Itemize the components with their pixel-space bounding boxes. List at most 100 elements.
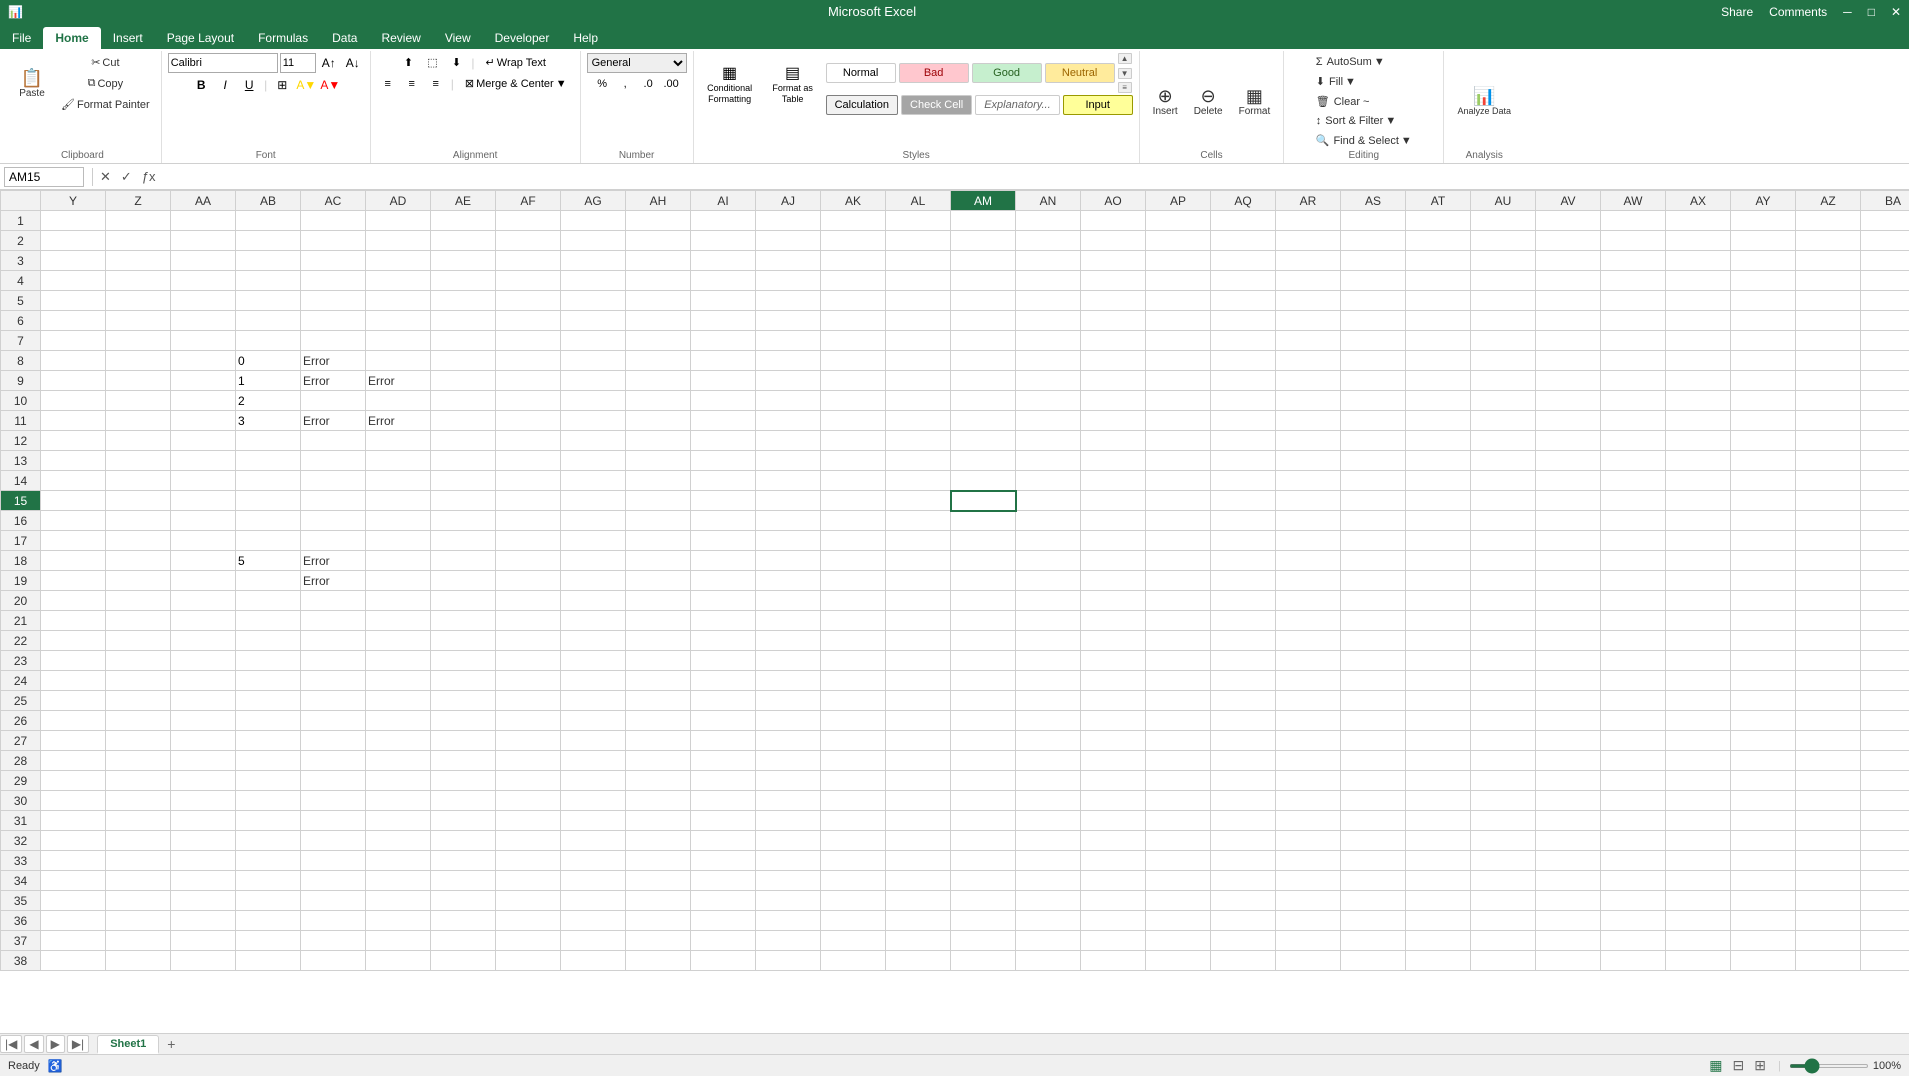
col-ag[interactable]: AG: [561, 191, 626, 211]
cell-ax37[interactable]: [1666, 931, 1731, 951]
cell-ar5[interactable]: [1276, 291, 1341, 311]
cell-ad6[interactable]: [366, 311, 431, 331]
cell-ae10[interactable]: [431, 391, 496, 411]
cell-ag4[interactable]: [561, 271, 626, 291]
cell-aj37[interactable]: [756, 931, 821, 951]
cell-ba27[interactable]: [1861, 731, 1909, 751]
cell-ah15[interactable]: [626, 491, 691, 511]
cell-ak36[interactable]: [821, 911, 886, 931]
cell-ao35[interactable]: [1081, 891, 1146, 911]
cell-al24[interactable]: [886, 671, 951, 691]
cell-aa16[interactable]: [171, 511, 236, 531]
cell-z33[interactable]: [106, 851, 171, 871]
comments-button[interactable]: Comments: [1769, 5, 1827, 19]
cell-ay9[interactable]: [1731, 371, 1796, 391]
cell-ah19[interactable]: [626, 571, 691, 591]
cell-aa17[interactable]: [171, 531, 236, 551]
cell-ag26[interactable]: [561, 711, 626, 731]
cell-y1[interactable]: [41, 211, 106, 231]
cell-at33[interactable]: [1406, 851, 1471, 871]
row-num-8[interactable]: 8: [1, 351, 41, 371]
cell-at6[interactable]: [1406, 311, 1471, 331]
cell-as18[interactable]: [1341, 551, 1406, 571]
cell-ag11[interactable]: [561, 411, 626, 431]
col-af[interactable]: AF: [496, 191, 561, 211]
insert-button[interactable]: ⊕ Insert: [1146, 72, 1185, 132]
col-y[interactable]: Y: [41, 191, 106, 211]
decrease-font-button[interactable]: A↓: [342, 53, 364, 73]
cell-aq13[interactable]: [1211, 451, 1276, 471]
cell-ag2[interactable]: [561, 231, 626, 251]
cell-ah26[interactable]: [626, 711, 691, 731]
cell-ab11[interactable]: 3: [236, 411, 301, 431]
cell-an22[interactable]: [1016, 631, 1081, 651]
cell-as13[interactable]: [1341, 451, 1406, 471]
cell-y23[interactable]: [41, 651, 106, 671]
cell-ad8[interactable]: [366, 351, 431, 371]
cell-ax28[interactable]: [1666, 751, 1731, 771]
cell-am11[interactable]: [951, 411, 1016, 431]
cell-ak24[interactable]: [821, 671, 886, 691]
cell-ab7[interactable]: [236, 331, 301, 351]
cell-al5[interactable]: [886, 291, 951, 311]
cell-ba12[interactable]: [1861, 431, 1909, 451]
cell-y10[interactable]: [41, 391, 106, 411]
cell-ag20[interactable]: [561, 591, 626, 611]
cell-ac11[interactable]: Error: [301, 411, 366, 431]
cell-ae13[interactable]: [431, 451, 496, 471]
cell-az1[interactable]: [1796, 211, 1861, 231]
cell-y14[interactable]: [41, 471, 106, 491]
cell-z30[interactable]: [106, 791, 171, 811]
cell-at22[interactable]: [1406, 631, 1471, 651]
cell-ar24[interactable]: [1276, 671, 1341, 691]
row-num-15[interactable]: 15: [1, 491, 41, 511]
cell-ak28[interactable]: [821, 751, 886, 771]
cell-ah34[interactable]: [626, 871, 691, 891]
cell-al37[interactable]: [886, 931, 951, 951]
cell-ag34[interactable]: [561, 871, 626, 891]
cell-az19[interactable]: [1796, 571, 1861, 591]
cell-aa24[interactable]: [171, 671, 236, 691]
cell-at8[interactable]: [1406, 351, 1471, 371]
cell-au6[interactable]: [1471, 311, 1536, 331]
cell-aq35[interactable]: [1211, 891, 1276, 911]
cell-al11[interactable]: [886, 411, 951, 431]
cell-ak12[interactable]: [821, 431, 886, 451]
cell-ba24[interactable]: [1861, 671, 1909, 691]
cell-y4[interactable]: [41, 271, 106, 291]
cell-z10[interactable]: [106, 391, 171, 411]
cell-au12[interactable]: [1471, 431, 1536, 451]
cell-aj32[interactable]: [756, 831, 821, 851]
cell-al15[interactable]: [886, 491, 951, 511]
cell-aw26[interactable]: [1601, 711, 1666, 731]
cell-ay37[interactable]: [1731, 931, 1796, 951]
col-au[interactable]: AU: [1471, 191, 1536, 211]
cell-aj36[interactable]: [756, 911, 821, 931]
cell-al18[interactable]: [886, 551, 951, 571]
cell-ba35[interactable]: [1861, 891, 1909, 911]
cell-au14[interactable]: [1471, 471, 1536, 491]
cell-y7[interactable]: [41, 331, 106, 351]
underline-button[interactable]: U: [238, 75, 260, 95]
cell-z11[interactable]: [106, 411, 171, 431]
cell-as2[interactable]: [1341, 231, 1406, 251]
row-num-23[interactable]: 23: [1, 651, 41, 671]
styles-scroll[interactable]: ▲ ▼ ≡: [1118, 53, 1132, 93]
cell-ar21[interactable]: [1276, 611, 1341, 631]
cell-ac33[interactable]: [301, 851, 366, 871]
cell-ba18[interactable]: [1861, 551, 1909, 571]
cell-aq3[interactable]: [1211, 251, 1276, 271]
cell-am19[interactable]: [951, 571, 1016, 591]
cell-z21[interactable]: [106, 611, 171, 631]
formula-input[interactable]: [163, 170, 1905, 184]
col-as[interactable]: AS: [1341, 191, 1406, 211]
cell-ao17[interactable]: [1081, 531, 1146, 551]
cell-af16[interactable]: [496, 511, 561, 531]
cell-at37[interactable]: [1406, 931, 1471, 951]
col-az[interactable]: AZ: [1796, 191, 1861, 211]
cell-ab4[interactable]: [236, 271, 301, 291]
cell-am22[interactable]: [951, 631, 1016, 651]
cell-ah20[interactable]: [626, 591, 691, 611]
cell-ak11[interactable]: [821, 411, 886, 431]
close-button[interactable]: ✕: [1891, 5, 1901, 19]
